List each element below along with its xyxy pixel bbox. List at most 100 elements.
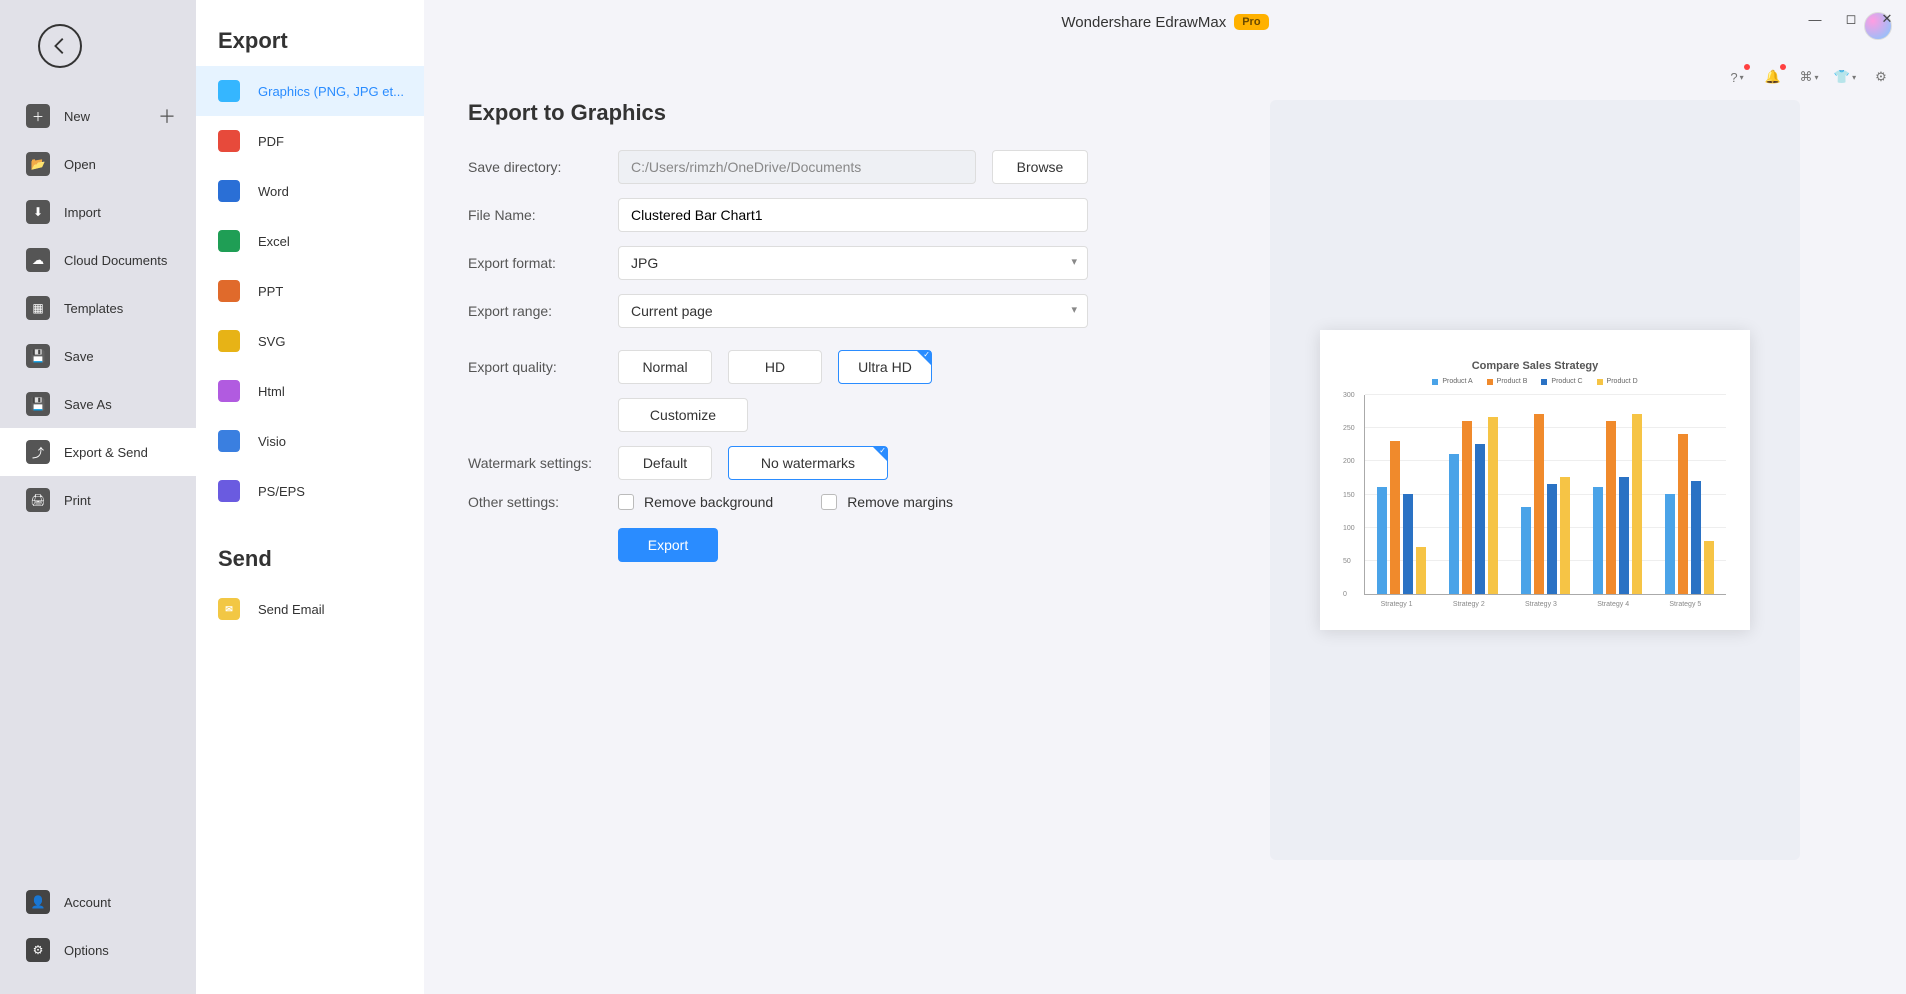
sidebar-item-export-send[interactable]: ⤴Export & Send xyxy=(0,428,196,476)
app-title: Wondershare EdrawMax xyxy=(1061,14,1226,31)
quality-hd-button[interactable]: HD xyxy=(728,350,822,384)
bar-group: Strategy 1 xyxy=(1377,441,1426,594)
menu-icon: 👤 xyxy=(26,890,50,914)
menu-icon: ⚙ xyxy=(26,938,50,962)
bar-group: Strategy 5 xyxy=(1665,434,1714,594)
sidebar-item-import[interactable]: ⬇ Import xyxy=(0,188,196,236)
file-name-input[interactable] xyxy=(618,198,1088,232)
remove-background-checkbox[interactable]: Remove background xyxy=(618,494,773,510)
menu-label: Import xyxy=(64,205,101,220)
sidebar-item-templates[interactable]: ▦Templates xyxy=(0,284,196,332)
format-item-word[interactable]: Word xyxy=(196,166,424,216)
arrow-left-icon xyxy=(49,35,71,57)
label-file-name: File Name: xyxy=(468,207,618,223)
help-icon[interactable]: ?▾ xyxy=(1726,66,1748,88)
back-button[interactable] xyxy=(38,24,82,68)
format-item-svg[interactable]: SVG xyxy=(196,316,424,366)
format-icon xyxy=(218,330,240,352)
format-item-pdf[interactable]: PDF xyxy=(196,116,424,166)
settings-icon[interactable]: ⚙ xyxy=(1870,66,1892,88)
menu-icon: 💾 xyxy=(26,344,50,368)
menu-label: Export & Send xyxy=(64,445,148,460)
x-tick-label: Strategy 1 xyxy=(1367,601,1427,608)
format-icon xyxy=(218,480,240,502)
bar-group: Strategy 3 xyxy=(1521,414,1570,594)
sidebar-item-new[interactable]: ＋ New ＋ xyxy=(0,92,196,140)
format-icon xyxy=(218,380,240,402)
mail-icon: ✉ xyxy=(218,598,240,620)
bar xyxy=(1606,421,1616,594)
sidebar-item-options[interactable]: ⚙Options xyxy=(0,926,196,974)
menu-label: Save xyxy=(64,349,94,364)
bar-group: Strategy 4 xyxy=(1593,414,1642,594)
menu-label: Save As xyxy=(64,397,112,412)
sidebar-item-account[interactable]: 👤Account xyxy=(0,878,196,926)
format-item-ps-eps[interactable]: PS/EPS xyxy=(196,466,424,516)
format-icon xyxy=(218,430,240,452)
format-item-visio[interactable]: Visio xyxy=(196,416,424,466)
menu-icon: ⬇ xyxy=(26,200,50,224)
menu-icon: ▦ xyxy=(26,296,50,320)
bell-icon[interactable]: 🔔 xyxy=(1762,66,1784,88)
label-export-quality: Export quality: xyxy=(468,359,618,375)
send-section-title: Send xyxy=(196,536,424,584)
window-close-button[interactable]: ✕ xyxy=(1878,10,1896,28)
send-item-send-email[interactable]: ✉Send Email xyxy=(196,584,424,634)
format-item-ppt[interactable]: PPT xyxy=(196,266,424,316)
label-other-settings: Other settings: xyxy=(468,494,618,510)
export-format-select[interactable]: JPG xyxy=(618,246,1088,280)
sidebar-item-save-as[interactable]: 💾 Save As xyxy=(0,380,196,428)
watermark-none-button[interactable]: No watermarks xyxy=(728,446,888,480)
remove-margins-checkbox[interactable]: Remove margins xyxy=(821,494,953,510)
bar xyxy=(1547,484,1557,594)
apparel-icon[interactable]: 👕▾ xyxy=(1834,66,1856,88)
legend-item: Product B xyxy=(1487,378,1528,385)
label-watermark: Watermark settings: xyxy=(468,455,618,471)
sidebar-item-open[interactable]: 📂Open xyxy=(0,140,196,188)
chart-title: Compare Sales Strategy xyxy=(1344,360,1726,372)
window-maximize-button[interactable]: ◻ xyxy=(1842,10,1860,28)
menu-label: Print xyxy=(64,493,91,508)
format-icon xyxy=(218,130,240,152)
plus-icon[interactable]: ＋ xyxy=(158,103,176,129)
sidebar-item-cloud-documents[interactable]: ☁Cloud Documents xyxy=(0,236,196,284)
shortcuts-icon[interactable]: ⌘▾ xyxy=(1798,66,1820,88)
bar xyxy=(1619,477,1629,594)
bar xyxy=(1521,507,1531,594)
quality-normal-button[interactable]: Normal xyxy=(618,350,712,384)
menu-label: New xyxy=(64,109,90,124)
quality-ultrahd-button[interactable]: Ultra HD xyxy=(838,350,932,384)
quality-customize-button[interactable]: Customize xyxy=(618,398,748,432)
export-range-select[interactable]: Current page xyxy=(618,294,1088,328)
format-icon xyxy=(218,280,240,302)
format-item-graphics-png-jpg-et[interactable]: Graphics (PNG, JPG et... xyxy=(196,66,424,116)
bar xyxy=(1462,421,1472,594)
format-icon xyxy=(218,180,240,202)
titlebar: Wondershare EdrawMax Pro xyxy=(424,0,1906,44)
format-label: PS/EPS xyxy=(258,484,305,499)
watermark-default-button[interactable]: Default xyxy=(618,446,712,480)
legend-item: Product A xyxy=(1432,378,1472,385)
browse-button[interactable]: Browse xyxy=(992,150,1088,184)
menu-icon: ＋ xyxy=(26,104,50,128)
menu-icon: 🖨 xyxy=(26,488,50,512)
bar xyxy=(1665,494,1675,594)
bar xyxy=(1678,434,1688,594)
format-label: PPT xyxy=(258,284,283,299)
bar xyxy=(1475,444,1485,594)
format-item-html[interactable]: Html xyxy=(196,366,424,416)
window-minimize-button[interactable]: — xyxy=(1806,10,1824,28)
remove-margins-label: Remove margins xyxy=(847,494,953,510)
menu-icon: 💾 xyxy=(26,392,50,416)
sidebar-item-save[interactable]: 💾 Save xyxy=(0,332,196,380)
chart-legend: Product AProduct BProduct CProduct D xyxy=(1344,378,1726,385)
sidebar-item-print[interactable]: 🖨 Print xyxy=(0,476,196,524)
page-heading: Export to Graphics xyxy=(468,100,1088,126)
format-label: Html xyxy=(258,384,285,399)
menu-label: Open xyxy=(64,157,96,172)
export-button[interactable]: Export xyxy=(618,528,718,562)
format-item-excel[interactable]: Excel xyxy=(196,216,424,266)
format-label: SVG xyxy=(258,334,285,349)
format-icon xyxy=(218,80,240,102)
x-tick-label: Strategy 5 xyxy=(1655,601,1715,608)
